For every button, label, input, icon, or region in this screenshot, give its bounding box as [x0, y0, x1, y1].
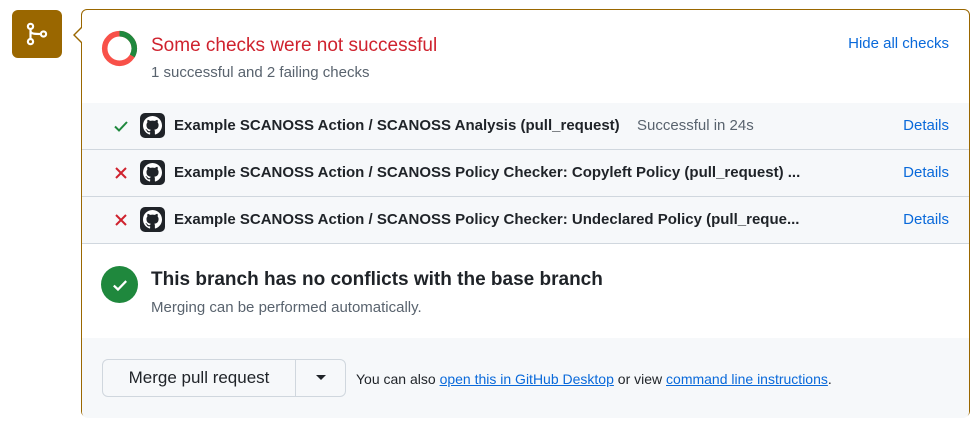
success-circle-icon [101, 266, 138, 303]
details-link[interactable]: Details [903, 164, 949, 181]
check-row: Example SCANOSS Action / SCANOSS Analysi… [82, 103, 969, 150]
conflicts-title: This branch has no conflicts with the ba… [151, 269, 603, 290]
checks-summary: Some checks were not successful 1 succes… [82, 10, 969, 104]
conflicts-subtitle: Merging can be performed automatically. [151, 299, 422, 316]
merge-button-group: Merge pull request [102, 359, 346, 397]
check-row: Example SCANOSS Action / SCANOSS Policy … [82, 197, 969, 244]
check-status-text: Successful in 24s [637, 117, 754, 134]
git-merge-icon [26, 22, 48, 46]
details-link[interactable]: Details [903, 117, 949, 134]
check-name: Example SCANOSS Action / SCANOSS Policy … [174, 211, 800, 228]
checks-subtitle: 1 successful and 2 failing checks [151, 64, 370, 81]
merge-alternatives-text: You can also open this in GitHub Desktop… [356, 371, 832, 387]
hide-all-checks-link[interactable]: Hide all checks [848, 35, 949, 52]
check-icon [114, 121, 128, 132]
details-link[interactable]: Details [903, 211, 949, 228]
check-name: Example SCANOSS Action / SCANOSS Policy … [174, 164, 801, 181]
check-row: Example SCANOSS Action / SCANOSS Policy … [82, 150, 969, 197]
github-icon [140, 207, 165, 232]
triangle-down-icon [315, 375, 326, 380]
x-icon [115, 214, 127, 226]
merge-box: Some checks were not successful 1 succes… [73, 9, 970, 418]
github-icon [140, 160, 165, 185]
merge-actions: Merge pull request You can also open thi… [82, 338, 969, 418]
checks-title: Some checks were not successful [151, 35, 438, 56]
checks-donut-icon [101, 30, 138, 67]
github-icon [140, 113, 165, 138]
check-name: Example SCANOSS Action / SCANOSS Analysi… [174, 117, 620, 134]
git-merge-badge [12, 10, 62, 58]
command-line-link[interactable]: command line instructions [666, 371, 828, 387]
merge-pull-request-button[interactable]: Merge pull request [103, 360, 296, 396]
github-desktop-link[interactable]: open this in GitHub Desktop [440, 371, 614, 387]
merge-options-dropdown[interactable] [296, 360, 345, 396]
x-icon [115, 167, 127, 179]
conflicts-summary: This branch has no conflicts with the ba… [82, 244, 969, 339]
